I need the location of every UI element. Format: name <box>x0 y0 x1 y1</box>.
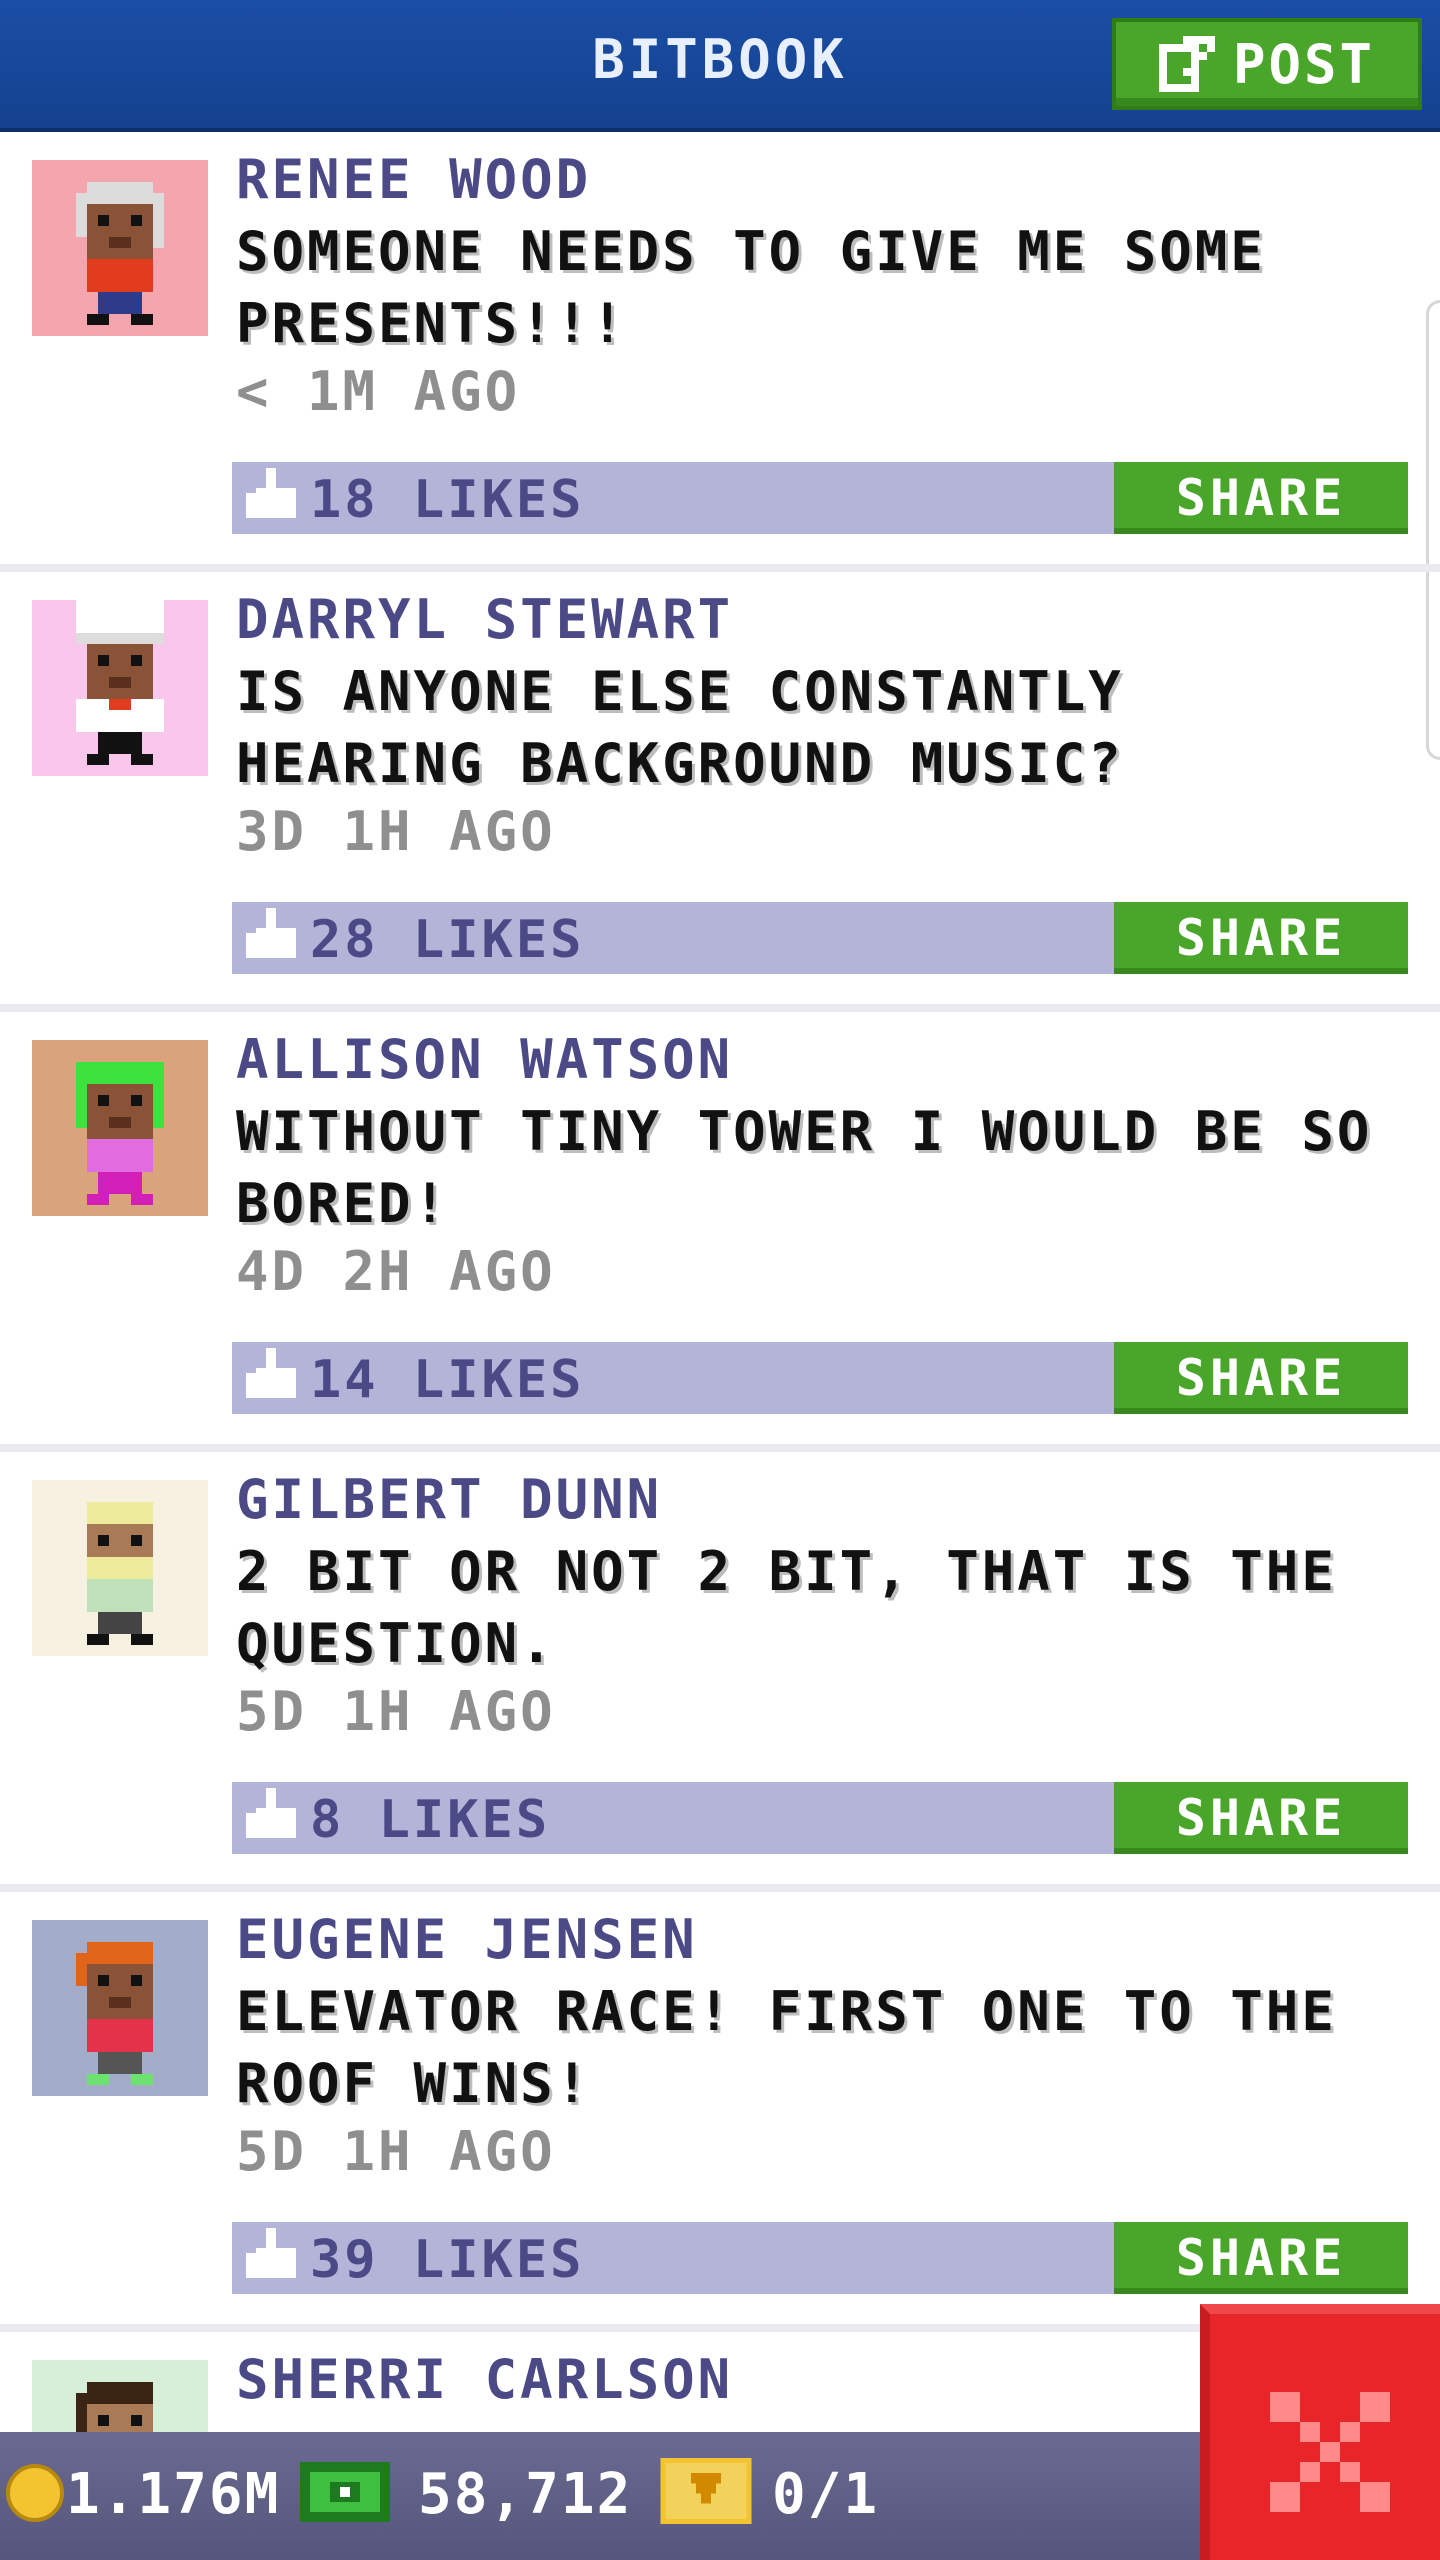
coin-icon <box>6 2464 64 2522</box>
close-button[interactable] <box>1200 2304 1440 2560</box>
avatar[interactable] <box>32 1480 208 1656</box>
post-message: SOMEONE NEEDS TO GIVE ME SOME PRESENTS!!… <box>236 220 1266 355</box>
like-bar: 39 LIKES SHARE <box>232 2222 1408 2294</box>
feed-list: RENEE WOOD SOMEONE NEEDS TO GIVE ME SOME… <box>0 132 1440 2552</box>
thumbs-up-icon[interactable] <box>246 468 306 528</box>
post-message: 2 BIT OR NOT 2 BIT, THAT IS THE QUESTION… <box>236 1540 1337 1675</box>
avatar[interactable] <box>32 600 208 776</box>
post-time: 3D 1H AGO <box>236 800 556 863</box>
post-button-label: POST <box>1232 32 1376 96</box>
post-time: < 1M AGO <box>236 360 521 423</box>
avatar-image <box>32 600 208 776</box>
avatar[interactable] <box>32 1920 208 2096</box>
share-button[interactable]: SHARE <box>1114 1342 1408 1414</box>
edit-icon <box>1158 36 1215 92</box>
likes-count: 8 LIKES <box>310 1790 551 1850</box>
like-bar: 28 LIKES SHARE <box>232 902 1408 974</box>
thumbs-up-icon[interactable] <box>246 908 306 968</box>
app-header: BITBOOK POST <box>0 0 1440 132</box>
post-message: ELEVATOR RACE! FIRST ONE TO THE ROOF WIN… <box>236 1980 1337 2115</box>
like-bar: 8 LIKES SHARE <box>232 1782 1408 1854</box>
feed-post: GILBERT DUNN 2 BIT OR NOT 2 BIT, THAT IS… <box>0 1452 1440 1892</box>
poster-name: EUGENE JENSEN <box>236 1908 698 1971</box>
poster-name: ALLISON WATSON <box>236 1028 734 1091</box>
cash-icon <box>300 2462 390 2522</box>
avatar-image <box>32 1920 208 2096</box>
feed-post: DARRYL STEWART IS ANYONE ELSE CONSTANTLY… <box>0 572 1440 1012</box>
poster-name: GILBERT DUNN <box>236 1468 663 1531</box>
likes-count: 28 LIKES <box>310 910 585 970</box>
bux-count: 58,712 <box>418 2462 633 2527</box>
post-time: 4D 2H AGO <box>236 1240 556 1303</box>
close-icon <box>1270 2392 1390 2512</box>
share-button[interactable]: SHARE <box>1114 902 1408 974</box>
like-bar: 18 LIKES SHARE <box>232 462 1408 534</box>
likes-count: 18 LIKES <box>310 470 585 530</box>
avatar[interactable] <box>32 160 208 336</box>
likes-count: 14 LIKES <box>310 1350 585 1410</box>
poster-name: DARRYL STEWART <box>236 588 734 651</box>
post-time: 5D 1H AGO <box>236 2120 556 2183</box>
likes-count: 39 LIKES <box>310 2230 585 2290</box>
feed-post: ALLISON WATSON WITHOUT TINY TOWER I WOUL… <box>0 1012 1440 1452</box>
ticket-icon <box>660 2458 752 2524</box>
coins-count: 1.176M <box>66 2462 281 2527</box>
post-message: IS ANYONE ELSE CONSTANTLY HEARING BACKGR… <box>236 660 1124 795</box>
feed-post: EUGENE JENSEN ELEVATOR RACE! FIRST ONE T… <box>0 1892 1440 2332</box>
thumbs-up-icon[interactable] <box>246 1348 306 1408</box>
post-button[interactable]: POST <box>1112 18 1422 110</box>
share-button[interactable]: SHARE <box>1114 462 1408 534</box>
avatar[interactable] <box>32 1040 208 1216</box>
like-bar: 14 LIKES SHARE <box>232 1342 1408 1414</box>
post-time: 5D 1H AGO <box>236 1680 556 1743</box>
thumbs-up-icon[interactable] <box>246 1788 306 1848</box>
share-button[interactable]: SHARE <box>1114 2222 1408 2294</box>
share-button[interactable]: SHARE <box>1114 1782 1408 1854</box>
thumbs-up-icon[interactable] <box>246 2228 306 2288</box>
poster-name: SHERRI CARLSON <box>236 2348 734 2411</box>
avatar-image <box>32 160 208 336</box>
tickets-count: 0/1 <box>772 2462 880 2527</box>
feed-post: RENEE WOOD SOMEONE NEEDS TO GIVE ME SOME… <box>0 132 1440 572</box>
avatar-image <box>32 1480 208 1656</box>
poster-name: RENEE WOOD <box>236 148 592 211</box>
avatar-image <box>32 1040 208 1216</box>
post-message: WITHOUT TINY TOWER I WOULD BE SO BORED! <box>236 1100 1373 1235</box>
